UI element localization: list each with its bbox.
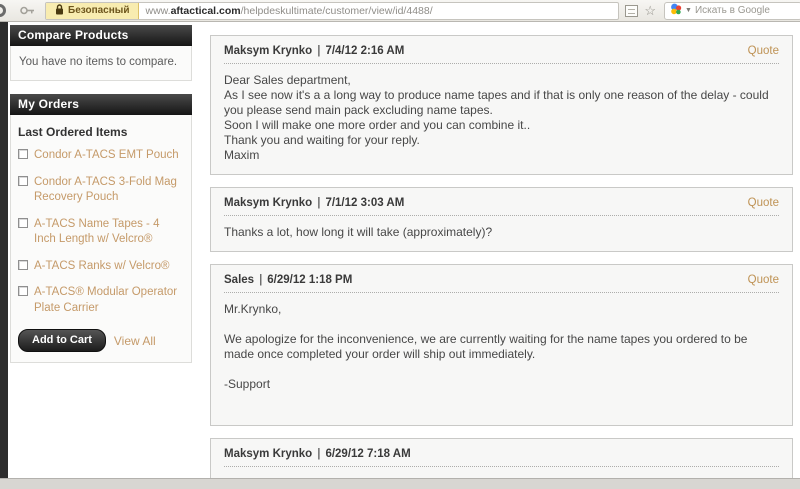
view-all-link[interactable]: View All <box>114 334 156 348</box>
add-to-cart-button[interactable]: Add to Cart <box>18 329 106 352</box>
ordered-item: A-TACS Name Tapes - 4 Inch Length w/ Vel… <box>18 217 184 248</box>
item-link[interactable]: A-TACS Name Tapes - 4 Inch Length w/ Vel… <box>34 217 184 248</box>
bookmark-star-icon[interactable]: ☆ <box>644 4 656 17</box>
search-engine-chevron-icon[interactable]: ▼ <box>685 7 692 14</box>
message-timestamp: 7/1/12 3:03 AM <box>325 197 404 209</box>
item-link[interactable]: Condor A-TACS 3-Fold Mag Recovery Pouch <box>34 175 184 206</box>
ordered-item: A-TACS® Modular Operator Plate Carrier <box>18 285 184 316</box>
message-timestamp: 6/29/12 7:18 AM <box>325 448 410 460</box>
page-preview-button[interactable] <box>625 5 638 17</box>
page-icon <box>625 5 638 17</box>
ordered-item: Condor A-TACS EMT Pouch <box>18 148 184 164</box>
item-link[interactable]: A-TACS Ranks w/ Velcro® <box>34 259 169 275</box>
url-www: www. <box>145 5 170 17</box>
quote-link[interactable]: Quote <box>748 197 779 209</box>
message-header: Maksym Krynko 7/1/12 3:03 AM Quote <box>224 197 779 209</box>
message-timestamp: 6/29/12 1:18 PM <box>267 274 352 286</box>
separator <box>254 274 267 286</box>
sidebar: Compare Products You have no items to co… <box>10 25 192 365</box>
my-orders-header: My Orders <box>10 94 192 115</box>
ordered-item: Condor A-TACS 3-Fold Mag Recovery Pouch <box>18 175 184 206</box>
orders-actions: Add to Cart View All <box>18 329 184 352</box>
message-author: Maksym Krynko <box>224 448 312 460</box>
search-input[interactable] <box>695 5 781 16</box>
compare-products-header: Compare Products <box>10 25 192 46</box>
message-author: Maksym Krynko <box>224 45 312 57</box>
my-orders-box: Last Ordered Items Condor A-TACS EMT Pou… <box>10 115 192 363</box>
message-card: Maksym Krynko 7/1/12 3:03 AM Quote Thanks… <box>210 187 793 252</box>
browser-toolbar: Безопасный www.aftactical.com/helpdeskul… <box>0 0 800 22</box>
message-header: Maksym Krynko 6/29/12 7:18 AM <box>224 448 779 460</box>
quote-link[interactable]: Quote <box>748 274 779 286</box>
item-checkbox[interactable] <box>18 176 28 186</box>
url-text: www.aftactical.com/helpdeskultimate/cust… <box>139 5 438 17</box>
message-timestamp: 7/4/12 2:16 AM <box>325 45 404 57</box>
address-bar[interactable]: Безопасный www.aftactical.com/helpdeskul… <box>45 2 619 20</box>
item-checkbox[interactable] <box>18 149 28 159</box>
quote-link[interactable]: Quote <box>748 45 779 57</box>
item-link[interactable]: A-TACS® Modular Operator Plate Carrier <box>34 285 184 316</box>
message-author: Sales <box>224 274 254 286</box>
item-checkbox[interactable] <box>18 286 28 296</box>
message-author: Maksym Krynko <box>224 197 312 209</box>
compare-products-box: You have no items to compare. <box>10 46 192 81</box>
item-link[interactable]: Condor A-TACS EMT Pouch <box>34 148 179 164</box>
security-badge[interactable]: Безопасный <box>46 3 139 19</box>
compare-empty-text: You have no items to compare. <box>11 46 191 80</box>
item-checkbox[interactable] <box>18 260 28 270</box>
status-bar <box>0 478 800 489</box>
message-card: Maksym Krynko6/29/12 7:18 AM Could you p… <box>210 438 793 478</box>
message-card: Maksym Krynko 7/4/12 2:16 AM Quote Dear S… <box>210 35 793 175</box>
message-header: Maksym Krynko 7/4/12 2:16 AM Quote <box>224 45 779 57</box>
message-body: Dear Sales department, As I see now it's… <box>224 73 779 163</box>
reload-icon[interactable] <box>0 4 6 17</box>
separator <box>312 197 325 209</box>
url-path: /helpdeskultimate/customer/view/id/4488/ <box>241 5 433 17</box>
last-ordered-items-title: Last Ordered Items <box>18 125 184 139</box>
divider <box>224 215 779 216</box>
ordered-item: A-TACS Ranks w/ Velcro® <box>18 259 184 275</box>
divider <box>224 292 779 293</box>
message-header: Sales 6/29/12 1:18 PM Quote <box>224 274 779 286</box>
separator <box>312 448 325 460</box>
google-logo-icon <box>670 2 682 20</box>
item-checkbox[interactable] <box>18 218 28 228</box>
divider <box>224 466 779 467</box>
ticket-thread: Maksym Krynko 7/4/12 2:16 AM Quote Dear S… <box>210 35 793 478</box>
message-card: Sales 6/29/12 1:18 PM Quote Mr.Krynko, We… <box>210 264 793 426</box>
left-edge-strip <box>0 22 8 478</box>
page-content: Compare Products You have no items to co… <box>0 22 800 478</box>
url-domain: aftactical.com <box>171 5 241 17</box>
divider <box>224 63 779 64</box>
security-badge-label: Безопасный <box>68 5 129 16</box>
separator <box>312 45 325 57</box>
key-icon[interactable] <box>20 2 35 20</box>
message-body: Thanks a lot, how long it will take (app… <box>224 225 779 240</box>
message-body: Mr.Krynko, We apologize for the inconven… <box>224 302 779 414</box>
lock-icon <box>55 4 64 18</box>
google-search-box[interactable]: ▼ <box>664 2 800 20</box>
